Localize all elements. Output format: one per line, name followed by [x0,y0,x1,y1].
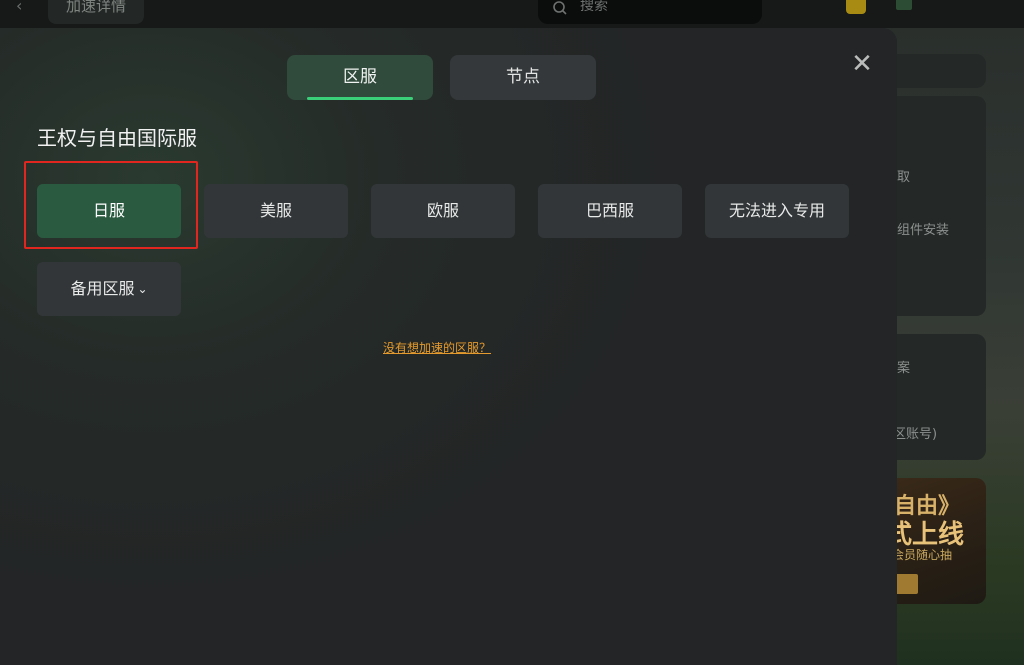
server-button-br[interactable]: 巴西服 [538,184,682,238]
tab-label: 区服 [343,67,377,87]
active-tab-indicator [307,97,413,100]
apps-icon[interactable] [896,0,912,10]
backup-server-label: 备用区服 [70,279,135,298]
server-button-jp[interactable]: 日服 [37,184,181,238]
background-text: 组件安装 [897,223,950,238]
game-title: 王权与自由国际服 [37,126,197,150]
tab-node[interactable]: 节点 [450,55,596,100]
banner-line: 会员随心抽 [892,548,953,562]
server-button-us[interactable]: 美服 [204,184,348,238]
server-select-modal: ✕ 区服 节点 王权与自由国际服 日服 美服 欧服 巴西服 无法进入专用 备用区… [0,28,897,665]
search-placeholder: 搜索 [580,0,608,14]
server-button-fallback[interactable]: 无法进入专用 [705,184,849,238]
close-icon[interactable]: ✕ [850,51,874,77]
app-header: ‹ 加速详情 搜索 [0,0,1024,28]
background-text: 区账号) [893,427,938,442]
backup-server-dropdown[interactable]: 备用区服 ⌄ [37,262,181,316]
search-icon [552,0,568,26]
header-title: 加速详情 [48,0,145,24]
background-text: 取 [897,170,911,185]
vip-icon[interactable] [846,0,866,14]
search-input[interactable]: 搜索 [538,0,762,24]
background-text: 案 [897,361,911,376]
chevron-down-icon: ⌄ [137,282,148,296]
tab-label: 节点 [506,67,540,87]
server-button-eu[interactable]: 欧服 [371,184,515,238]
back-icon[interactable]: ‹ [16,0,22,15]
missing-server-link[interactable]: 没有想加速的区服？ [383,339,491,356]
tab-region[interactable]: 区服 [287,55,433,100]
